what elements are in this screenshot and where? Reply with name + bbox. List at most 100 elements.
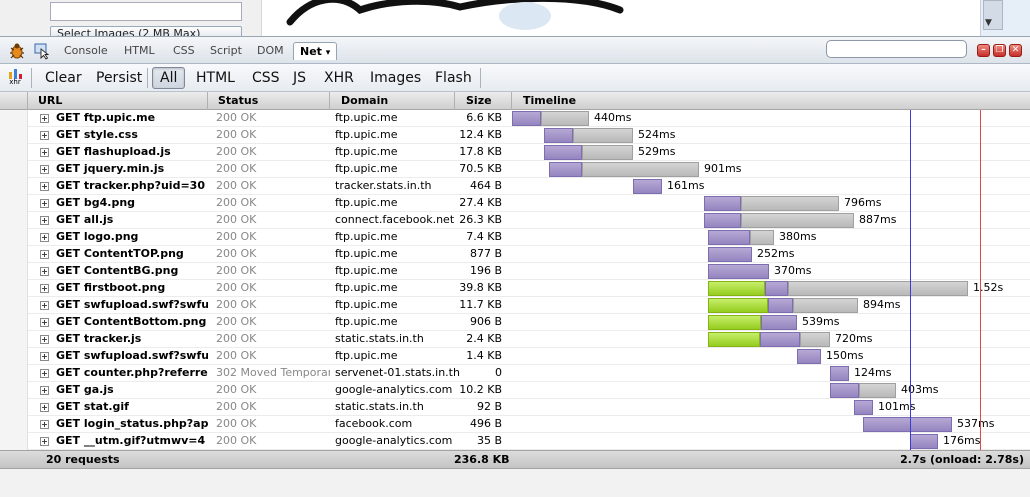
table-row[interactable]: + GET login_status.php?ap 200 OK facebook.c… bbox=[0, 416, 1030, 433]
expand-icon[interactable]: + bbox=[40, 233, 49, 242]
timeline-bar-waiting[interactable] bbox=[549, 162, 582, 177]
table-row[interactable]: + GET ga.js 200 OK google-analytics.com 10.2… bbox=[0, 382, 1030, 399]
select-images-button[interactable]: Select Images (2 MB Max) bbox=[50, 26, 242, 36]
column-header-size[interactable]: Size bbox=[460, 92, 512, 110]
table-row[interactable]: + GET ContentBottom.png 200 OK ftp.upic.me 9… bbox=[0, 314, 1030, 331]
request-url[interactable]: + GET counter.php?referre bbox=[40, 365, 208, 382]
table-row[interactable]: + GET ContentBG.png 200 OK ftp.upic.me 196 B… bbox=[0, 263, 1030, 280]
expand-icon[interactable]: + bbox=[40, 114, 49, 123]
table-row[interactable]: + GET swfupload.swf?swfu 200 OK ftp.upic.me… bbox=[0, 348, 1030, 365]
timeline-bar-receiving[interactable] bbox=[541, 111, 589, 126]
column-header-status[interactable]: Status bbox=[212, 92, 330, 110]
tab-html[interactable]: HTML bbox=[124, 44, 155, 57]
timeline-bar-receiving[interactable] bbox=[582, 162, 699, 177]
table-row[interactable]: + GET style.css 200 OK ftp.upic.me 12.4 KB 52… bbox=[0, 127, 1030, 144]
timeline-bar-waiting[interactable] bbox=[512, 111, 541, 126]
request-url[interactable]: + GET ContentTOP.png bbox=[40, 246, 208, 263]
expand-icon[interactable]: + bbox=[40, 148, 49, 157]
timeline-bar-waiting[interactable] bbox=[910, 434, 938, 449]
timeline-bar-waiting[interactable] bbox=[544, 145, 582, 160]
timeline-bar-waiting[interactable] bbox=[708, 247, 752, 262]
table-row[interactable]: + GET jquery.min.js 200 OK ftp.upic.me 70.5 … bbox=[0, 161, 1030, 178]
table-row[interactable]: + GET logo.png 200 OK ftp.upic.me 7.4 KB 380m… bbox=[0, 229, 1030, 246]
request-url[interactable]: + GET all.js bbox=[40, 212, 208, 229]
timeline-bar-waiting[interactable] bbox=[760, 332, 800, 347]
persist-button[interactable]: Persist bbox=[96, 70, 142, 86]
timeline-bar-waiting[interactable] bbox=[830, 383, 859, 398]
filter-flash[interactable]: Flash bbox=[435, 70, 472, 86]
timeline-bar-waiting[interactable] bbox=[708, 230, 750, 245]
expand-icon[interactable]: + bbox=[40, 335, 49, 344]
request-url[interactable]: + GET bg4.png bbox=[40, 195, 208, 212]
timeline-bar-receiving[interactable] bbox=[859, 383, 896, 398]
expand-icon[interactable]: + bbox=[40, 267, 49, 276]
tab-script[interactable]: Script bbox=[210, 44, 242, 57]
request-url[interactable]: + GET ftp.upic.me bbox=[40, 110, 208, 127]
expand-icon[interactable]: + bbox=[40, 369, 49, 378]
request-url[interactable]: + GET ga.js bbox=[40, 382, 208, 399]
timeline-bar-waiting[interactable] bbox=[704, 196, 741, 211]
request-url[interactable]: + GET __utm.gif?utmwv=4 bbox=[40, 433, 208, 450]
expand-icon[interactable]: + bbox=[40, 301, 49, 310]
expand-icon[interactable]: + bbox=[40, 318, 49, 327]
expand-icon[interactable]: + bbox=[40, 403, 49, 412]
request-url[interactable]: + GET logo.png bbox=[40, 229, 208, 246]
request-url[interactable]: + GET flashupload.js bbox=[40, 144, 208, 161]
table-row[interactable]: + GET ftp.upic.me 200 OK ftp.upic.me 6.6 KB 4… bbox=[0, 110, 1030, 127]
expand-icon[interactable]: + bbox=[40, 165, 49, 174]
timeline-bar-waiting[interactable] bbox=[854, 400, 873, 415]
firebug-search-input[interactable] bbox=[826, 40, 967, 58]
timeline-bar-waiting[interactable] bbox=[768, 298, 793, 313]
timeline-bar-blocking[interactable] bbox=[708, 298, 768, 313]
table-row[interactable]: + GET flashupload.js 200 OK ftp.upic.me 17.8… bbox=[0, 144, 1030, 161]
timeline-bar-blocking[interactable] bbox=[708, 281, 765, 296]
expand-icon[interactable]: + bbox=[40, 182, 49, 191]
request-url[interactable]: + GET stat.gif bbox=[40, 399, 208, 416]
timeline-bar-receiving[interactable] bbox=[750, 230, 774, 245]
expand-icon[interactable]: + bbox=[40, 420, 49, 429]
timeline-bar-receiving[interactable] bbox=[800, 332, 830, 347]
expand-icon[interactable]: + bbox=[40, 131, 49, 140]
timeline-bar-waiting[interactable] bbox=[761, 315, 797, 330]
request-url[interactable]: + GET style.css bbox=[40, 127, 208, 144]
filter-all[interactable]: All bbox=[152, 67, 186, 89]
request-url[interactable]: + GET ContentBottom.png bbox=[40, 314, 208, 331]
table-row[interactable]: + GET firstboot.png 200 OK ftp.upic.me 39.8 … bbox=[0, 280, 1030, 297]
firebug-bug-icon[interactable] bbox=[8, 42, 26, 60]
timeline-bar-waiting[interactable] bbox=[544, 128, 573, 143]
tab-net[interactable]: Net ▾ bbox=[293, 42, 338, 60]
table-row[interactable]: + GET stat.gif 200 OK static.stats.in.th 92 … bbox=[0, 399, 1030, 416]
page-scrollbar[interactable]: ▼ bbox=[980, 0, 1030, 36]
close-icon[interactable]: ✕ bbox=[1009, 44, 1022, 57]
filter-html[interactable]: HTML bbox=[196, 70, 235, 86]
tab-dom[interactable]: DOM bbox=[257, 44, 284, 57]
expand-icon[interactable]: + bbox=[40, 437, 49, 446]
table-row[interactable]: + GET __utm.gif?utmwv=4 200 OK google-analy… bbox=[0, 433, 1030, 450]
column-header-domain[interactable]: Domain bbox=[335, 92, 455, 110]
request-url[interactable]: + GET swfupload.swf?swfu bbox=[40, 297, 208, 314]
page-text-field[interactable] bbox=[50, 2, 242, 21]
table-row[interactable]: + GET ContentTOP.png 200 OK ftp.upic.me 877 … bbox=[0, 246, 1030, 263]
filter-xhr[interactable]: XHR bbox=[324, 70, 354, 86]
column-header-timeline[interactable]: Timeline bbox=[517, 92, 1030, 110]
timeline-bar-waiting[interactable] bbox=[830, 366, 849, 381]
filter-images[interactable]: Images bbox=[370, 70, 421, 86]
request-url[interactable]: + GET login_status.php?ap bbox=[40, 416, 208, 433]
timeline-bar-blocking[interactable] bbox=[708, 315, 761, 330]
timeline-bar-receiving[interactable] bbox=[741, 213, 854, 228]
inspect-element-icon[interactable] bbox=[33, 42, 51, 60]
dropdown-arrow-icon[interactable]: ▾ bbox=[326, 48, 331, 58]
expand-icon[interactable]: + bbox=[40, 250, 49, 259]
request-url[interactable]: + GET tracker.js bbox=[40, 331, 208, 348]
table-row[interactable]: + GET swfupload.swf?swfu 200 OK ftp.upic.me… bbox=[0, 297, 1030, 314]
timeline-bar-receiving[interactable] bbox=[788, 281, 968, 296]
clear-button[interactable]: Clear bbox=[45, 70, 82, 86]
timeline-bar-receiving[interactable] bbox=[573, 128, 633, 143]
timeline-bar-blocking[interactable] bbox=[708, 332, 760, 347]
request-url[interactable]: + GET ContentBG.png bbox=[40, 263, 208, 280]
timeline-bar-waiting[interactable] bbox=[633, 179, 662, 194]
table-row[interactable]: + GET tracker.php?uid=30 200 OK tracker.sta… bbox=[0, 178, 1030, 195]
timeline-bar-receiving[interactable] bbox=[741, 196, 839, 211]
table-row[interactable]: + GET tracker.js 200 OK static.stats.in.th 2… bbox=[0, 331, 1030, 348]
expand-icon[interactable]: + bbox=[40, 199, 49, 208]
